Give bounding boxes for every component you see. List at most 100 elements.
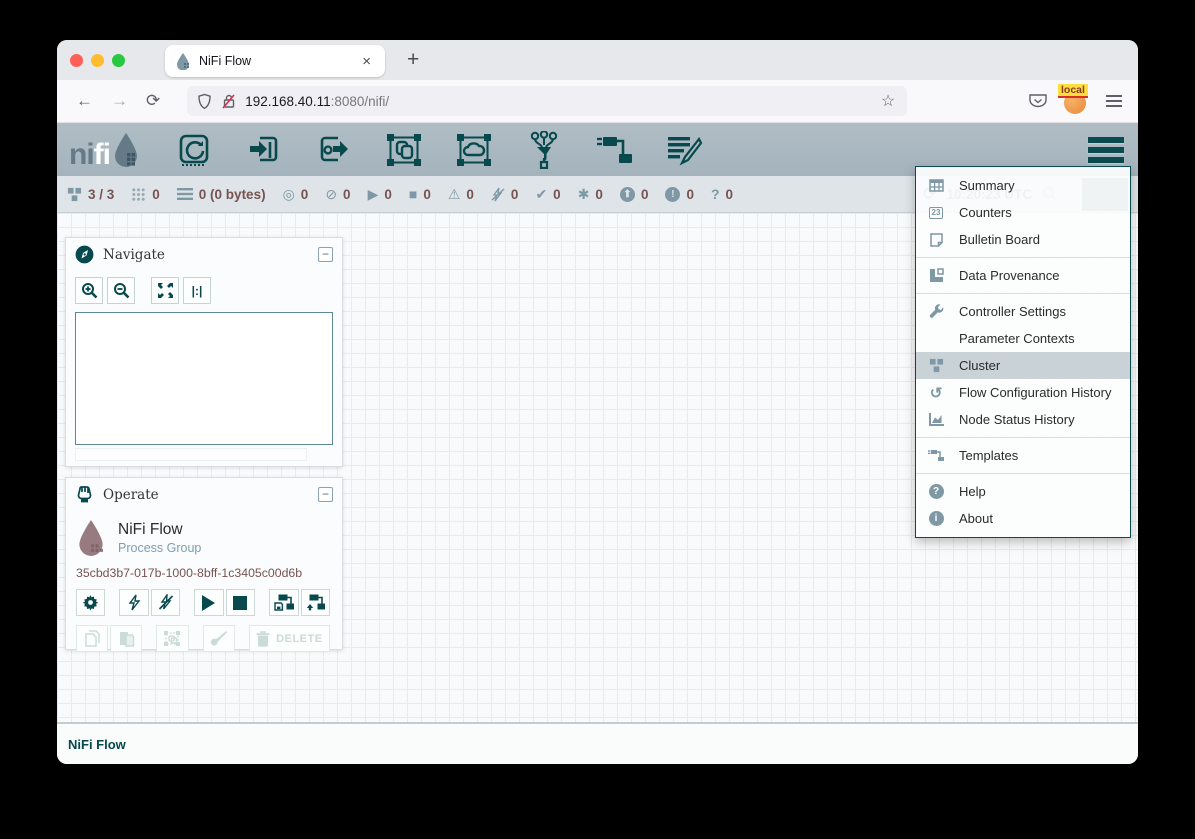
invalid-icon: ⚠ [448, 186, 461, 203]
status-transmitting: ◎ 0 [283, 186, 309, 203]
data-provenance-icon [926, 268, 946, 283]
menu-item-data-provenance[interactable]: Data Provenance [916, 262, 1130, 289]
menu-item-templates[interactable]: Templates [916, 442, 1130, 469]
shield-icon[interactable] [197, 93, 212, 110]
templates-icon [926, 449, 946, 462]
funnel-component[interactable] [524, 130, 564, 170]
browser-tab-bar: NiFi Flow × + [57, 40, 1138, 80]
url-path: :8080/nifi/ [331, 94, 390, 109]
minimize-window-button[interactable] [91, 54, 104, 67]
process-group-drop-icon [76, 519, 106, 557]
up-to-date-icon: ✔ [535, 186, 547, 203]
menu-item-node-status-history[interactable]: Node Status History [916, 406, 1130, 433]
help-icon: ? [926, 484, 946, 499]
processor-component[interactable] [174, 130, 214, 170]
menu-item-help[interactable]: ? Help [916, 478, 1130, 505]
reload-icon[interactable]: ⟳ [137, 87, 169, 115]
operate-header[interactable]: Operate − [66, 478, 342, 511]
copy-button[interactable] [76, 625, 108, 652]
zoom-out-button[interactable] [107, 277, 135, 304]
nifi-global-menu-icon[interactable] [1088, 137, 1124, 163]
zoom-window-button[interactable] [112, 54, 125, 67]
status-up-to-date: ✔ 0 [535, 186, 560, 203]
delete-label: DELETE [276, 633, 322, 645]
node-status-history-icon [926, 413, 946, 426]
paste-button[interactable] [110, 625, 142, 652]
menu-item-flow-configuration-history[interactable]: ↺ Flow Configuration History [916, 379, 1130, 406]
configure-button[interactable] [76, 589, 105, 616]
upload-template-button[interactable] [301, 589, 330, 616]
menu-item-cluster[interactable]: Cluster [916, 352, 1130, 379]
stop-button[interactable] [226, 589, 255, 616]
collapse-operate-button[interactable]: − [318, 487, 333, 502]
insecure-lock-icon[interactable] [221, 93, 237, 110]
remote-process-group-component[interactable] [454, 130, 494, 170]
component-palette [174, 130, 704, 170]
logo-text-ni: ni [69, 141, 94, 168]
new-tab-button[interactable]: + [399, 46, 427, 74]
zoom-in-button[interactable] [75, 277, 103, 304]
menu-item-about[interactable]: i About [916, 505, 1130, 532]
back-icon[interactable]: ← [67, 87, 102, 115]
tab-title: NiFi Flow [199, 54, 358, 68]
not-transmitting-icon: ⊘ [325, 186, 337, 203]
menu-item-summary[interactable]: Summary [916, 172, 1130, 199]
save-template-button[interactable] [269, 589, 298, 616]
menu-item-counters[interactable]: 23 Counters [916, 199, 1130, 226]
delete-button[interactable]: DELETE [249, 625, 330, 652]
bookmark-star-icon[interactable]: ☆ [881, 91, 895, 111]
color-button[interactable] [203, 625, 235, 652]
status-stale: ⬆ 0 [620, 187, 649, 202]
enable-button[interactable] [119, 589, 148, 616]
tab-close-icon[interactable]: × [358, 53, 375, 70]
close-window-button[interactable] [70, 54, 83, 67]
breadcrumb[interactable]: NiFi Flow [68, 737, 126, 752]
navigate-header[interactable]: Navigate − [66, 238, 342, 271]
output-port-component[interactable] [314, 130, 354, 170]
collapse-navigate-button[interactable]: − [318, 247, 333, 262]
summary-icon [926, 179, 946, 192]
label-component[interactable] [664, 130, 704, 170]
input-port-component[interactable] [244, 130, 284, 170]
stopped-icon: ■ [409, 186, 417, 202]
process-group-component[interactable] [384, 130, 424, 170]
disabled-icon [491, 187, 505, 202]
bulletin-board-icon [926, 233, 946, 247]
forward-icon[interactable]: → [102, 87, 137, 115]
url-text[interactable]: 192.168.40.11:8080/nifi/ [245, 94, 881, 109]
menu-item-controller-settings[interactable]: Controller Settings [916, 298, 1130, 325]
start-button[interactable] [194, 589, 223, 616]
flow-configuration-history-icon: ↺ [926, 384, 946, 402]
birdseye-strip [75, 448, 307, 461]
group-button[interactable] [156, 625, 188, 652]
profile-avatar[interactable]: local [1064, 89, 1090, 113]
pocket-icon[interactable] [1028, 93, 1048, 109]
macos-traffic-lights [70, 54, 125, 67]
browser-window: NiFi Flow × + ← → ⟳ 192.168.40.11:8080/n… [57, 40, 1138, 764]
breadcrumb-bar: NiFi Flow [57, 722, 1138, 764]
url-bar[interactable]: 192.168.40.11:8080/nifi/ ☆ [187, 86, 907, 116]
browser-tab[interactable]: NiFi Flow × [165, 45, 385, 77]
template-component[interactable] [594, 130, 634, 170]
play-icon [202, 595, 215, 611]
menu-item-bulletin-board[interactable]: Bulletin Board [916, 226, 1130, 253]
locally-modified-icon: ✱ [578, 186, 590, 203]
operate-body: NiFi Flow Process Group 35cbd3b7-017b-10… [66, 511, 342, 662]
about-icon: i [926, 511, 946, 526]
menu-item-parameter-contexts[interactable]: Parameter Contexts [916, 325, 1130, 352]
menu-separator [916, 437, 1130, 438]
nav-right-icons: local [1028, 89, 1128, 113]
zoom-actual-size-button[interactable]: |:| [183, 277, 211, 304]
zoom-fit-button[interactable] [151, 277, 179, 304]
disable-button[interactable] [151, 589, 180, 616]
url-host: 192.168.40.11 [245, 94, 330, 109]
nifi-favicon [175, 52, 191, 70]
firefox-menu-icon[interactable] [1106, 95, 1122, 107]
menu-separator [916, 257, 1130, 258]
browser-nav-bar: ← → ⟳ 192.168.40.11:8080/nifi/ ☆ local [57, 80, 1138, 123]
status-not-transmitting: ⊘ 0 [325, 186, 350, 203]
nifi-logo: nifi [69, 132, 140, 168]
nifi-drop-icon [112, 132, 140, 168]
birdseye-map[interactable] [75, 312, 333, 445]
status-disabled: 0 [491, 187, 519, 202]
